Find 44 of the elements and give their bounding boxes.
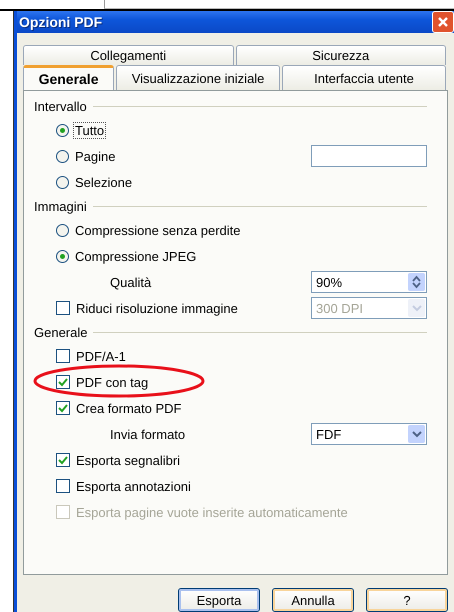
checkbox[interactable] bbox=[56, 401, 70, 415]
section-title: Intervallo bbox=[34, 98, 87, 114]
option-label: Esporta pagine vuote inserite automaticamente bbox=[75, 504, 349, 520]
dialog-button[interactable]: Esporta bbox=[178, 588, 260, 612]
option-label: Crea formato PDF bbox=[75, 400, 182, 416]
tab[interactable]: Interfaccia utente bbox=[282, 65, 446, 90]
option-label: Tutto bbox=[73, 122, 106, 138]
close-button[interactable] bbox=[432, 11, 454, 33]
option-label: Qualità bbox=[109, 274, 152, 290]
option-label: Esporta segnalibri bbox=[75, 452, 182, 468]
option-label: Invia formato bbox=[109, 426, 186, 442]
spin-arrows-icon[interactable] bbox=[408, 273, 425, 291]
dropdown[interactable]: FDF bbox=[311, 423, 427, 445]
text-field[interactable] bbox=[311, 145, 427, 167]
tab[interactable]: Sicurezza bbox=[236, 45, 446, 65]
option-label: Pagine bbox=[74, 148, 116, 164]
spin-field[interactable]: 90% bbox=[311, 271, 427, 293]
tab[interactable]: Generale bbox=[23, 65, 114, 90]
tab[interactable]: Collegamenti bbox=[23, 45, 234, 65]
section-title: Immagini bbox=[34, 198, 87, 214]
close-icon bbox=[437, 16, 449, 28]
checkbox[interactable] bbox=[56, 375, 70, 389]
option-label: PDF/A-1 bbox=[75, 348, 127, 364]
checkbox[interactable] bbox=[56, 479, 70, 493]
radio-button[interactable] bbox=[56, 124, 69, 136]
tab[interactable]: Visualizzazione iniziale bbox=[116, 65, 280, 90]
checkbox[interactable] bbox=[56, 349, 70, 363]
dialog-button[interactable]: Annulla bbox=[272, 588, 354, 612]
checkbox[interactable] bbox=[56, 301, 70, 315]
radio-button[interactable] bbox=[56, 224, 69, 236]
option-label: PDF con tag bbox=[75, 374, 150, 390]
option-label: Selezione bbox=[74, 174, 134, 190]
section-title: Generale bbox=[34, 324, 88, 340]
radio-button[interactable] bbox=[56, 150, 69, 162]
option-label: Esporta annotazioni bbox=[75, 478, 192, 494]
input-field[interactable] bbox=[104, 0, 454, 9]
option-label: Compressione senza perdite bbox=[74, 222, 242, 238]
option-label: Compressione JPEG bbox=[74, 248, 198, 264]
window-title: Opzioni PDF bbox=[18, 14, 102, 30]
dialog-button[interactable]: ? bbox=[366, 588, 448, 612]
checkbox[interactable] bbox=[56, 453, 70, 467]
radio-button[interactable] bbox=[56, 176, 69, 188]
option-label: Riduci risoluzione immagine bbox=[75, 300, 239, 316]
radio-button[interactable] bbox=[56, 250, 69, 262]
